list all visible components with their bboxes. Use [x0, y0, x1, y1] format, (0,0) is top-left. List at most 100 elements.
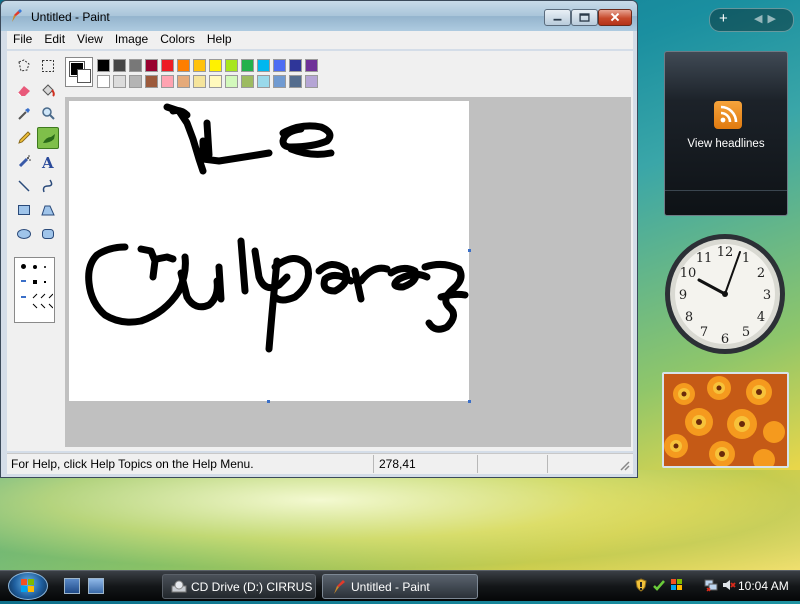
- brush-option-large-square[interactable]: [21, 280, 26, 282]
- svg-text:8: 8: [685, 310, 693, 325]
- color-swatch[interactable]: [113, 59, 126, 72]
- color-swatch[interactable]: [257, 75, 270, 88]
- gadget-divider: [665, 190, 787, 191]
- tool-ellipse[interactable]: [13, 223, 35, 245]
- paint-window: Untitled - Paint File Edit View Image Colors…: [0, 0, 638, 478]
- menu-file[interactable]: File: [7, 31, 38, 49]
- tool-box: A: [7, 51, 65, 447]
- color-swatch[interactable]: [273, 59, 286, 72]
- brush-option-flat[interactable]: [21, 296, 26, 298]
- switch-windows-icon[interactable]: [88, 578, 104, 594]
- color-swatch[interactable]: [129, 75, 142, 88]
- show-desktop-icon[interactable]: [64, 578, 80, 594]
- svg-text:1: 1: [742, 251, 750, 266]
- tool-eraser[interactable]: [13, 79, 35, 101]
- tool-free-form-select[interactable]: [13, 55, 35, 77]
- brush-option-small-round[interactable]: [44, 266, 46, 268]
- menu-view[interactable]: View: [71, 31, 109, 49]
- color-swatch[interactable]: [129, 59, 142, 72]
- color-swatch[interactable]: [257, 59, 270, 72]
- windows-flag-icon[interactable]: [670, 578, 684, 592]
- color-swatch[interactable]: [225, 59, 238, 72]
- magnifier-tool-icon: [42, 107, 55, 120]
- brush-option-small-square[interactable]: [44, 281, 46, 283]
- canvas-resize-handle-right[interactable]: [468, 249, 471, 252]
- clock-gadget[interactable]: 12 1 2 3 4 5 6 7 8 9 10 11: [663, 232, 788, 357]
- close-button[interactable]: [598, 9, 632, 26]
- menu-edit[interactable]: Edit: [38, 31, 71, 49]
- tool-polygon[interactable]: [37, 199, 59, 221]
- color-swatch[interactable]: [193, 59, 206, 72]
- drawing-canvas[interactable]: [69, 101, 471, 403]
- color-swatch[interactable]: [161, 75, 174, 88]
- color-swatch[interactable]: [305, 75, 318, 88]
- taskbar-button-paint[interactable]: Untitled - Paint: [322, 574, 478, 599]
- free-form-select-tool-icon: [18, 59, 30, 72]
- maximize-icon: [579, 13, 590, 22]
- security-shield-icon[interactable]: [634, 578, 648, 592]
- sidebar-controls: + ◀▶: [709, 8, 794, 32]
- color-swatch[interactable]: [241, 59, 254, 72]
- gadget-page-arrows-icon[interactable]: ◀▶: [754, 12, 781, 25]
- color-swatch[interactable]: [145, 59, 158, 72]
- color-swatch[interactable]: [177, 75, 190, 88]
- pick-color-tool-icon: [18, 108, 30, 120]
- color-swatch[interactable]: [209, 75, 222, 88]
- update-icon[interactable]: [652, 578, 666, 592]
- menu-colors[interactable]: Colors: [154, 31, 201, 49]
- desktop-background: [0, 470, 800, 570]
- tool-select[interactable]: [37, 55, 59, 77]
- title-bar[interactable]: Untitled - Paint: [1, 1, 637, 31]
- minimize-icon: [553, 18, 562, 21]
- taskbar-button-cd-drive[interactable]: CD Drive (D:) CIRRUS: [162, 574, 316, 599]
- current-colors[interactable]: [65, 57, 93, 87]
- rss-feed-icon: [714, 101, 742, 129]
- tool-rectangle[interactable]: [13, 199, 35, 221]
- start-button[interactable]: [8, 572, 48, 600]
- color-swatch[interactable]: [289, 75, 302, 88]
- tool-airbrush[interactable]: [13, 151, 35, 173]
- svg-text:3: 3: [763, 288, 771, 303]
- brush-option-medium-round[interactable]: [33, 265, 37, 269]
- color-swatch[interactable]: [289, 59, 302, 72]
- color-swatch[interactable]: [97, 75, 110, 88]
- tool-pencil[interactable]: [13, 127, 35, 149]
- tool-rounded-rectangle[interactable]: [37, 223, 59, 245]
- color-swatch[interactable]: [161, 59, 174, 72]
- color-swatch[interactable]: [97, 59, 110, 72]
- menu-image[interactable]: Image: [109, 31, 154, 49]
- taskbar-clock[interactable]: 10:04 AM: [738, 579, 789, 593]
- canvas-resize-handle-bottom[interactable]: [267, 400, 270, 403]
- menu-help[interactable]: Help: [201, 31, 238, 49]
- tool-text[interactable]: A: [37, 151, 59, 173]
- color-swatch[interactable]: [273, 75, 286, 88]
- paint-app-icon: [12, 9, 22, 22]
- tool-brush[interactable]: [37, 127, 59, 149]
- brush-option-medium-square[interactable]: [33, 280, 37, 284]
- slideshow-gadget[interactable]: [662, 372, 789, 468]
- brush-option-large-round[interactable]: [21, 264, 26, 269]
- view-headlines-link[interactable]: View headlines: [665, 138, 787, 150]
- tool-magnifier[interactable]: [37, 103, 59, 125]
- tool-curve[interactable]: [37, 175, 59, 197]
- color-swatch[interactable]: [193, 75, 206, 88]
- brush-shape-options[interactable]: [14, 257, 55, 323]
- color-swatch[interactable]: [177, 59, 190, 72]
- add-gadget-icon[interactable]: +: [719, 10, 728, 27]
- resize-grip-icon[interactable]: [619, 460, 631, 472]
- canvas-resize-handle-corner[interactable]: [468, 400, 471, 403]
- color-swatch[interactable]: [209, 59, 222, 72]
- maximize-button[interactable]: [571, 9, 598, 26]
- network-icon[interactable]: [704, 578, 718, 592]
- tool-line[interactable]: [13, 175, 35, 197]
- color-swatch[interactable]: [225, 75, 238, 88]
- tool-fill[interactable]: [37, 79, 59, 101]
- tool-pick-color[interactable]: [13, 103, 35, 125]
- feed-headlines-gadget[interactable]: View headlines: [664, 51, 788, 216]
- color-swatch[interactable]: [305, 59, 318, 72]
- minimize-button[interactable]: [544, 9, 571, 26]
- volume-muted-icon[interactable]: [722, 578, 736, 592]
- color-swatch[interactable]: [145, 75, 158, 88]
- color-swatch[interactable]: [113, 75, 126, 88]
- color-swatch[interactable]: [241, 75, 254, 88]
